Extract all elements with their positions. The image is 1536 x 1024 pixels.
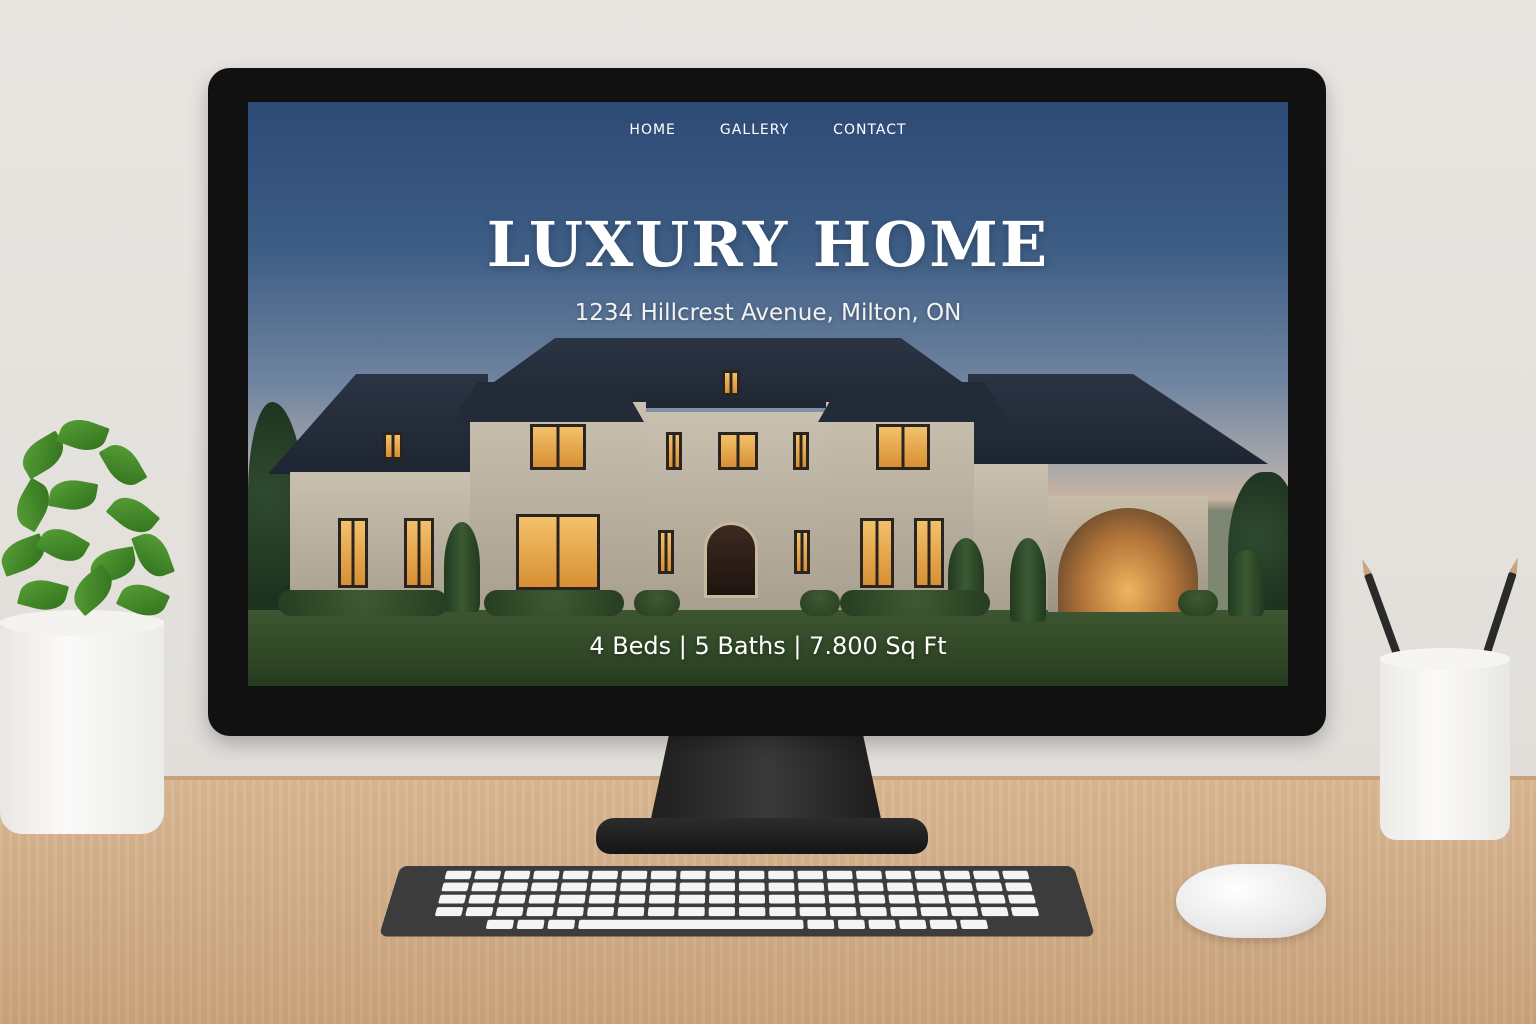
window [793, 432, 809, 470]
leaf [16, 574, 70, 616]
mouse-icon [1176, 864, 1326, 938]
window [914, 518, 944, 588]
nav-home[interactable]: HOME [629, 122, 675, 138]
plant-icon [0, 410, 200, 840]
plant-pot [0, 620, 164, 834]
nav-contact[interactable]: CONTACT [833, 122, 906, 138]
window [404, 518, 434, 588]
hedge [278, 590, 448, 616]
roof [454, 382, 644, 422]
window [516, 514, 600, 590]
pencil-cup-icon [1380, 656, 1510, 840]
leaf [131, 528, 175, 582]
window [658, 530, 674, 574]
shrub [1010, 538, 1046, 622]
property-specs: 4 Beds | 5 Baths | 7.800 Sq Ft [589, 632, 947, 660]
website-screen: HOME GALLERY CONTACT LUXURY HOME 1234 Hi… [248, 102, 1288, 686]
window [666, 432, 682, 470]
hedge [1178, 590, 1218, 616]
hedge [634, 590, 680, 616]
monitor-stand-base [596, 818, 928, 854]
window [338, 518, 368, 588]
window [383, 432, 403, 460]
hedge [484, 590, 624, 616]
roof [818, 382, 1008, 422]
leaf [98, 437, 148, 493]
hedge [800, 590, 840, 616]
hero-address: 1234 Hillcrest Avenue, Milton, ON [574, 300, 962, 326]
leaf [35, 520, 91, 570]
site-nav: HOME GALLERY CONTACT [248, 122, 1288, 138]
window [860, 518, 894, 588]
roof [268, 374, 488, 474]
roof [968, 374, 1268, 464]
front-door [704, 522, 758, 598]
window [876, 424, 930, 470]
shrub [1228, 550, 1264, 616]
window [722, 370, 740, 396]
window [530, 424, 586, 470]
leaf [105, 488, 161, 542]
keyboard-icon [378, 865, 1096, 937]
pencil-cup-rim [1380, 648, 1510, 670]
shrub [444, 522, 480, 612]
hedge [840, 590, 990, 616]
hero-title: LUXURY HOME [486, 208, 1050, 281]
nav-gallery[interactable]: GALLERY [720, 122, 789, 138]
window [718, 432, 758, 470]
leaf [47, 476, 99, 514]
window [794, 530, 810, 574]
